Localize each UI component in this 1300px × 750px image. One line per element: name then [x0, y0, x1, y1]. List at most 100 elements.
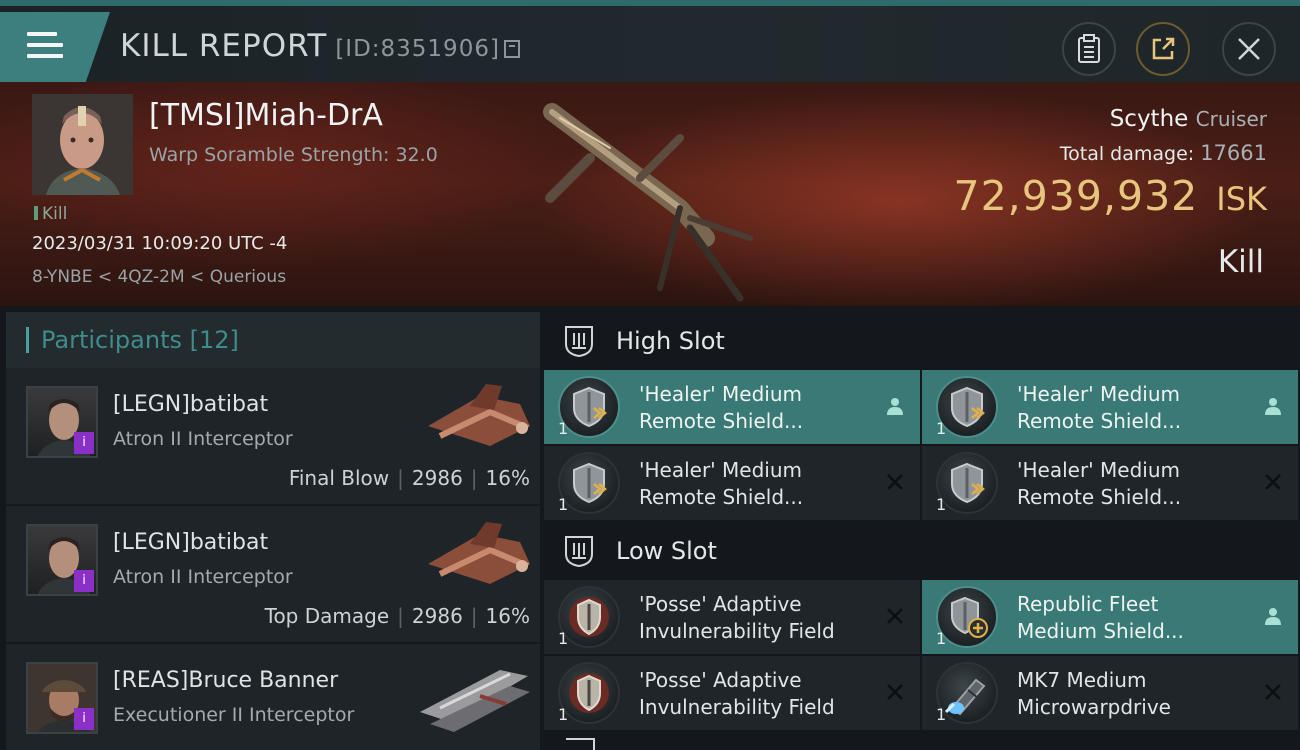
module-quantity: 1: [558, 629, 569, 648]
participant-percent: 16%: [485, 604, 530, 628]
module-name: MK7 Medium Microwarpdrive: [1017, 667, 1257, 721]
low-slot-icon: [565, 536, 593, 568]
module-name-line2: Remote Shield...: [639, 485, 804, 509]
module-quantity: 1: [558, 419, 569, 438]
module-item[interactable]: 1 'Healer' Medium Remote Shield...: [922, 370, 1298, 444]
isk-unit: ISK: [1216, 180, 1267, 218]
kill-location[interactable]: 8-YNBE < 4QZ-2M < Querious: [32, 267, 286, 287]
event-tag: Kill: [34, 204, 67, 224]
module-name-line2: Invulnerability Field: [639, 619, 835, 643]
total-damage: Total damage: 17661: [1060, 141, 1267, 165]
module-row: 1 'Posse' Adaptive Invulnerability Field…: [544, 656, 1300, 730]
participant-percent: 16%: [485, 466, 530, 490]
module-name-line1: MK7 Medium: [1017, 668, 1147, 692]
module-item[interactable]: 1 MK7 Medium Microwarpdrive: [922, 656, 1298, 730]
victim-ship[interactable]: Scythe Cruiser: [1110, 106, 1267, 132]
participants-count: [12]: [189, 326, 239, 354]
module-item[interactable]: 1 'Posse' Adaptive Invulnerability Field: [544, 580, 920, 654]
participant-ship-image: [428, 384, 530, 446]
participant-avatar[interactable]: i: [26, 524, 98, 596]
module-name-line1: 'Healer' Medium: [639, 458, 803, 482]
module-quantity: 1: [558, 705, 569, 724]
close-icon: [1238, 38, 1260, 60]
clipboard-button[interactable]: [1062, 22, 1116, 76]
module-quantity: 1: [936, 419, 947, 438]
module-quantity: 1: [558, 495, 569, 514]
participant-avatar[interactable]: i: [26, 662, 98, 734]
participant-role: Final Blow: [288, 466, 390, 490]
participant-row[interactable]: i [LEGN]batibat Atron II Interceptor Top…: [6, 506, 540, 644]
participant-avatar[interactable]: i: [26, 386, 98, 458]
module-item[interactable]: 1 'Healer' Medium Remote Shield...: [544, 446, 920, 520]
next-slot-header-partial: [544, 736, 1300, 750]
dropped-icon: [1265, 398, 1281, 415]
destroyed-icon: [1265, 474, 1281, 490]
clipboard-icon: [1078, 34, 1100, 63]
warp-scramble-strength: Warp Soramble Strength: 32.0: [149, 144, 438, 166]
victim-portrait[interactable]: [32, 94, 133, 195]
isk-amount: 72,939,932: [953, 172, 1199, 220]
window-title-text: KILL REPORT: [120, 28, 328, 64]
copy-icon[interactable]: [503, 40, 520, 58]
module-name-line2: Remote Shield...: [1017, 485, 1182, 509]
participant-ship: Atron II Interceptor: [113, 428, 293, 450]
participant-name[interactable]: [LEGN]batibat: [113, 530, 268, 555]
ship-name: Scythe: [1109, 106, 1189, 132]
share-icon: [1152, 37, 1175, 60]
module-name: 'Healer' Medium Remote Shield...: [1017, 381, 1257, 435]
participant-stats: Final Blow | 2986 | 16%: [288, 466, 530, 490]
module-item[interactable]: 1 'Healer' Medium Remote Shield...: [922, 446, 1298, 520]
alliance-badge: i: [74, 708, 94, 730]
menu-button[interactable]: [0, 12, 110, 82]
kill-header: [TMSI]Miah-DrA Warp Soramble Strength: 3…: [0, 82, 1300, 306]
module-row: 1 'Healer' Medium Remote Shield... 1 'He…: [544, 446, 1300, 520]
module-item[interactable]: 1 Republic Fleet Medium Shield...: [922, 580, 1298, 654]
participant-row[interactable]: i [LEGN]batibat Atron II Interceptor Fin…: [6, 368, 540, 506]
total-damage-value: 17661: [1200, 141, 1267, 165]
participant-row[interactable]: i [REAS]Bruce Banner Executioner II Inte…: [6, 644, 540, 750]
module-item[interactable]: 1 'Posse' Adaptive Invulnerability Field: [544, 656, 920, 730]
victim-ship-image[interactable]: [530, 88, 770, 302]
participant-ship-image: [420, 670, 530, 732]
participant-name[interactable]: [LEGN]batibat: [113, 392, 268, 417]
participant-ship-image: [428, 522, 530, 584]
destroyed-icon: [887, 684, 903, 700]
fitting-panel: High Slot 1 'Healer' Medium Remote Shiel…: [544, 312, 1300, 750]
module-name: 'Posse' Adaptive Invulnerability Field: [639, 591, 879, 645]
module-name-line1: 'Healer' Medium: [1017, 458, 1181, 482]
module-name-line1: Republic Fleet: [1017, 592, 1159, 616]
module-name-line2: Remote Shield...: [1017, 409, 1182, 433]
module-quantity: 1: [936, 629, 947, 648]
module-name: 'Healer' Medium Remote Shield...: [1017, 457, 1257, 511]
participant-ship: Atron II Interceptor: [113, 566, 293, 588]
module-name-line2: Medium Shield...: [1017, 619, 1184, 643]
module-row: 1 'Healer' Medium Remote Shield... 1 'He…: [544, 370, 1300, 444]
module-name-line1: 'Posse' Adaptive: [639, 592, 802, 616]
total-damage-label: Total damage:: [1059, 143, 1195, 165]
participants-panel: Participants [12] i [LEGN]batibat Atron …: [6, 312, 540, 750]
high-slot-label: High Slot: [616, 327, 725, 355]
low-slot-label: Low Slot: [616, 537, 717, 565]
title-bar: KILL REPORT [ID:8351906]: [0, 0, 1300, 82]
result-label: Kill: [1217, 244, 1264, 280]
close-button[interactable]: [1222, 22, 1276, 76]
participants-header[interactable]: Participants [12]: [6, 312, 540, 368]
participant-stats: Top Damage | 2986 | 16%: [264, 604, 530, 628]
module-quantity: 1: [936, 495, 947, 514]
share-button[interactable]: [1136, 22, 1190, 76]
participant-name[interactable]: [REAS]Bruce Banner: [113, 668, 338, 693]
module-name-line2: Invulnerability Field: [639, 695, 835, 719]
module-name-line2: Microwarpdrive: [1017, 695, 1171, 719]
participant-role: Top Damage: [264, 604, 390, 628]
module-name: 'Healer' Medium Remote Shield...: [639, 381, 879, 435]
module-name-line1: 'Healer' Medium: [1017, 382, 1181, 406]
high-slot-icon: [565, 326, 593, 358]
destroyed-icon: [887, 608, 903, 624]
module-item[interactable]: 1 'Healer' Medium Remote Shield...: [544, 370, 920, 444]
participant-damage: 2986: [411, 466, 463, 490]
module-name: Republic Fleet Medium Shield...: [1017, 591, 1257, 645]
victim-name[interactable]: [TMSI]Miah-DrA: [149, 98, 383, 133]
destroyed-icon: [1265, 684, 1281, 700]
module-name-line2: Remote Shield...: [639, 409, 804, 433]
window-title: KILL REPORT [ID:8351906]: [120, 28, 520, 64]
